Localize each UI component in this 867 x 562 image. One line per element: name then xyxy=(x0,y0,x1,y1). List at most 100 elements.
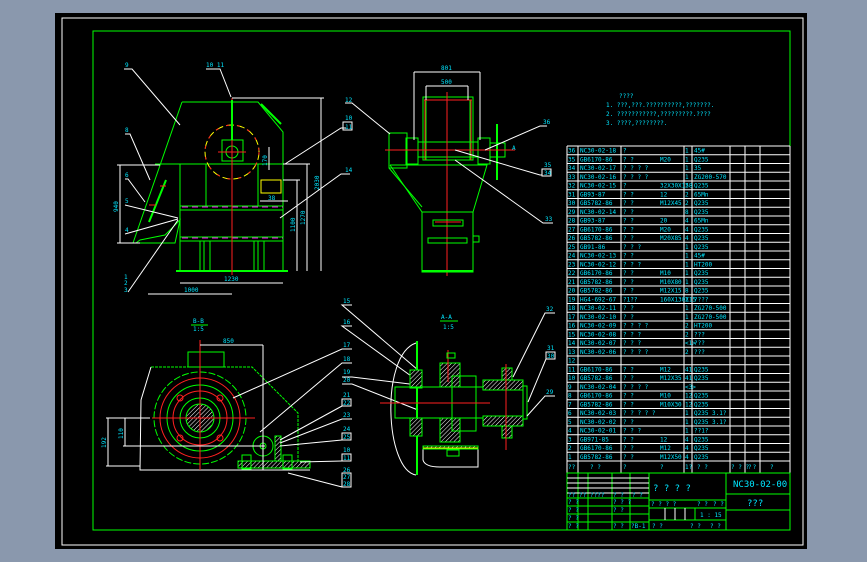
table-cell: Q235 xyxy=(694,209,709,216)
table-cell: ? ? xyxy=(623,393,634,400)
table-cell: GB93-87 xyxy=(580,191,606,198)
table-cell: ? ? ? ? xyxy=(623,384,649,391)
table-cell: 41 xyxy=(685,366,693,373)
table-cell: 34 xyxy=(568,165,576,172)
table-cell: ? ? ? ? xyxy=(623,174,649,181)
title-cell: ? ? xyxy=(632,492,643,499)
table-cell: 4 xyxy=(685,454,689,461)
table-cell: ZG200-570 xyxy=(694,174,727,181)
table-header-cell: ? ? xyxy=(590,464,601,471)
table-cell: ZG270-500 xyxy=(694,314,727,321)
table-cell: ? ? xyxy=(623,200,634,207)
callout-9: 9 xyxy=(125,62,129,69)
dim-width: 1230 xyxy=(224,276,239,283)
table-cell: M12X15 xyxy=(660,288,682,295)
table-cell: 28 xyxy=(568,218,576,225)
table-row: 25 GB91-86 ? ? ? 1 Q235 xyxy=(568,244,709,251)
table-cell: GB5782-86 xyxy=(580,235,613,242)
table-cell: NC30-02-18 xyxy=(580,148,617,155)
table-cell: Q235 xyxy=(694,279,709,286)
table-row: 28 GB93-87 ? ? 20 4 65Mn xyxy=(568,218,709,225)
table-cell: ? ? ? xyxy=(623,244,641,251)
table-cell: 29 xyxy=(568,209,576,216)
table-cell: NC30-02-08 xyxy=(580,331,617,338)
table-cell: Q235 xyxy=(694,436,709,443)
scale-value: 1 : 15 xyxy=(700,512,722,519)
table-cell: NC30-02-02 xyxy=(580,419,617,426)
table-cell: 20 xyxy=(568,288,576,295)
table-cell: 4 xyxy=(568,428,572,435)
callout-19: 19 xyxy=(343,369,351,376)
table-cell: GB6170-86 xyxy=(580,393,613,400)
table-cell: 1 xyxy=(685,165,689,172)
table-cell: 14 xyxy=(568,340,576,347)
title-cell: ? ? xyxy=(690,523,701,530)
section-aa-callouts: 32 31 30 29 xyxy=(512,306,556,417)
table-row: 13 NC30-02-06 ? ? ? ? 2??? xyxy=(568,349,705,356)
table-cell: 12 xyxy=(660,436,668,443)
title-cell: ?? xyxy=(568,492,576,499)
table-cell: 5 xyxy=(568,419,572,426)
table-cell: 26 xyxy=(568,235,576,242)
table-cell: HT200 xyxy=(694,261,712,268)
title-cell: ?? xyxy=(579,492,587,499)
table-cell: ??? xyxy=(694,340,705,347)
callout-23: 23 xyxy=(343,412,351,419)
title-cell: ? ? xyxy=(713,501,724,508)
table-row: 26 GB5782-86 ? ? M20X85 4 Q235 xyxy=(568,235,709,242)
table-header-cell: ? xyxy=(623,464,627,471)
table-cell: 6 xyxy=(568,410,572,417)
table-row: 36 NC30-02-18? 1 45# xyxy=(568,148,705,155)
callout-5: 5 xyxy=(125,198,129,205)
callout-24: 24 xyxy=(343,426,351,433)
table-cell: 1 xyxy=(685,244,689,251)
table-cell: 13 xyxy=(568,349,576,356)
table-cell: Q235 xyxy=(694,183,709,190)
table-cell: 23 xyxy=(568,261,576,268)
table-cell: 1 xyxy=(685,253,689,260)
dim-850: 850 xyxy=(223,338,234,345)
dim-500: 500 xyxy=(441,79,452,86)
table-cell: M10 xyxy=(660,270,671,277)
table-cell: 19 xyxy=(568,296,576,303)
dim-192: 192 xyxy=(101,437,108,448)
table-cell: 8 xyxy=(685,209,689,216)
cad-drawing[interactable]: 1230 1000 2030 1270 1100 940 170 38 9 10… xyxy=(0,0,867,562)
callout-20: 20 xyxy=(343,377,351,384)
table-row: 2 GB6170-86 ? ? M12 4 Q235 xyxy=(568,445,709,452)
table-cell: 1 xyxy=(685,261,689,268)
table-cell: GB6170-86 xyxy=(580,270,613,277)
table-cell: Q235 3.1? xyxy=(694,419,727,426)
table-header-cell: ? ? ? ? xyxy=(731,464,757,471)
table-cell: ??? xyxy=(694,331,705,338)
table-cell: 7 xyxy=(568,401,572,408)
title-cell: ???? xyxy=(590,492,605,499)
table-cell: NC30-02-03 xyxy=(580,410,617,417)
callout-28: 28 xyxy=(343,481,351,488)
table-row: 6 NC30-02-03 ? ? ? ? ? 1 Q235 3.1? xyxy=(568,410,727,417)
dim-height-mid: 1270 xyxy=(300,210,307,225)
table-cell: GB5782-86 xyxy=(580,279,613,286)
callout-8: 8 xyxy=(125,127,129,134)
table-cell: 9 xyxy=(568,384,572,391)
table-cell: NC30-02-04 xyxy=(580,384,617,391)
dim-170: 170 xyxy=(262,155,269,166)
table-cell: ? ? ? ? xyxy=(623,349,649,356)
table-cell: 12 xyxy=(568,358,576,365)
callout-27: 27 xyxy=(343,474,351,481)
table-cell: ? ? xyxy=(623,156,634,163)
table-cell: M12X45 xyxy=(660,200,682,207)
table-cell: 1 xyxy=(685,270,689,277)
callout-16: 16 xyxy=(343,319,351,326)
title-cell: ? ? xyxy=(568,507,579,514)
table-cell: 41 xyxy=(685,375,693,382)
table-cell: 1 xyxy=(685,148,689,155)
table-header-cell: ? xyxy=(770,464,774,471)
callout-3: 3 xyxy=(124,287,128,294)
table-header-cell: ? xyxy=(748,464,752,471)
callout-10: 10 xyxy=(345,115,353,122)
note-line: 2. ???????????,?????????.???? xyxy=(606,111,711,118)
table-cell: 1 xyxy=(685,314,689,321)
table-cell: M20 xyxy=(660,226,671,233)
table-cell: 11 xyxy=(568,366,576,373)
